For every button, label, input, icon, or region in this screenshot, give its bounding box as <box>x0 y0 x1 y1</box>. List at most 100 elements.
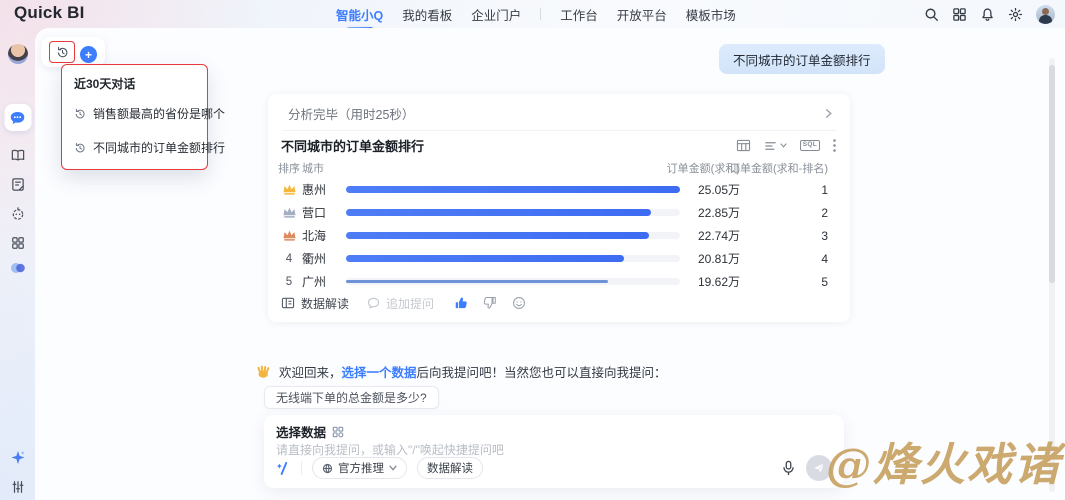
chevron-right-icon[interactable] <box>823 108 834 119</box>
sidebar-user-avatar[interactable] <box>8 44 28 64</box>
chart-row[interactable]: 5广州19.62万5 <box>268 270 850 291</box>
nav-item[interactable]: 模板市场 <box>686 5 736 24</box>
crown-icon <box>282 206 297 219</box>
apps-grid-icon-side[interactable] <box>11 236 25 250</box>
model-icon <box>322 463 333 474</box>
chart-row[interactable]: 4衢州20.81万4 <box>268 247 850 270</box>
report-doc-icon[interactable] <box>10 177 25 192</box>
sparkle-icon[interactable] <box>10 450 25 465</box>
value-label: 25.05万 <box>680 181 740 198</box>
gear-icon[interactable] <box>1008 7 1023 22</box>
history-item[interactable]: 不同城市的订单金额排行 <box>74 139 195 156</box>
table-view-icon[interactable] <box>736 139 751 152</box>
microphone-icon[interactable] <box>781 460 796 476</box>
chevron-down-icon <box>389 465 397 471</box>
bar <box>346 255 624 262</box>
robot-icon[interactable] <box>10 206 25 221</box>
city-label: 广州 <box>302 273 346 290</box>
welcome-post: 后向我提问吧！当然您也可以直接向我提问： <box>417 366 667 380</box>
chart-row[interactable]: 营口 22.85万2 <box>268 201 850 224</box>
data-explain-pill[interactable]: 数据解读 <box>417 457 483 479</box>
divider <box>540 8 541 20</box>
value-label: 19.62万 <box>680 273 740 290</box>
chart-row[interactable]: 惠州25.05万1 <box>268 178 850 201</box>
quick-command-icon[interactable] <box>276 461 291 476</box>
bar <box>346 232 649 239</box>
history-item-label: 销售额最高的省份是哪个 <box>93 105 225 122</box>
divider <box>301 461 302 475</box>
table-header: 排序 城市 订单金额(求和) 订单金额(求和-排名) <box>268 160 850 174</box>
welcome-message: 欢迎回来，选择一个数据后向我提问吧！当然您也可以直接向我提问： <box>256 362 667 381</box>
more-menu-icon[interactable] <box>833 139 836 152</box>
city-label: 惠州 <box>302 181 346 198</box>
value-label: 22.74万 <box>680 227 740 244</box>
feedback-smiley-icon[interactable] <box>512 296 526 310</box>
bar <box>346 209 651 216</box>
nav-item[interactable]: 工作台 <box>560 5 598 24</box>
crown-icon <box>282 229 297 242</box>
history-popup: 近30天对话 销售额最高的省份是哪个不同城市的订单金额排行 <box>61 64 208 170</box>
dataset-grid-icon <box>332 426 344 438</box>
question-composer: 选择数据 请直接向我提问，或输入"/"唤起快捷提问吧 官方推理 数据解读 <box>264 415 844 488</box>
history-popup-title: 近30天对话 <box>74 75 195 92</box>
data-explain-button[interactable]: 数据解读 <box>281 295 349 312</box>
history-button[interactable] <box>49 41 75 63</box>
analysis-status: 分析完毕（用时25秒） <box>288 104 414 123</box>
quickbi-logo[interactable]: Quick BI <box>14 3 85 23</box>
bar-cell <box>346 232 680 239</box>
value-label: 20.81万 <box>680 250 740 267</box>
nav-item[interactable]: 开放平台 <box>617 5 667 24</box>
history-icon <box>74 108 86 120</box>
crown-icon <box>282 183 297 196</box>
apps-grid-icon[interactable] <box>952 7 967 22</box>
welcome-pre: 欢迎回来， <box>279 366 342 380</box>
rank-value: 3 <box>740 229 828 243</box>
scrollbar-thumb[interactable] <box>1049 65 1055 283</box>
sliders-icon[interactable] <box>11 480 25 494</box>
top-bar: Quick BI 智能小Q 我的看板企业门户 工作台开放平台模板市场 <box>0 0 1065 28</box>
rank-value: 2 <box>740 206 828 220</box>
new-chat-button[interactable]: + <box>80 46 97 63</box>
model-select-pill[interactable]: 官方推理 <box>312 457 407 479</box>
quickbi-screen: Quick BI 智能小Q 我的看板企业门户 工作台开放平台模板市场 <box>0 0 1065 500</box>
select-data-button[interactable]: 选择数据 <box>276 422 344 441</box>
city-label: 北海 <box>302 227 346 244</box>
analysis-card: 分析完毕（用时25秒） 不同城市的订单金额排行 SQL <box>268 94 850 322</box>
bar <box>346 280 608 283</box>
sidebar-item-chat-active[interactable] <box>4 104 31 131</box>
suggested-question-chip[interactable]: 无线端下单的总金额是多少? <box>264 386 439 409</box>
card-footer: 数据解读 追加提问 <box>281 292 836 314</box>
bar-cell <box>346 209 680 216</box>
sql-icon[interactable]: SQL <box>800 140 820 151</box>
top-actions <box>924 0 1055 28</box>
rank-cell: 5 <box>276 276 302 288</box>
city-label: 衢州 <box>302 250 346 267</box>
history-item-label: 不同城市的订单金额排行 <box>93 139 225 156</box>
bar-cell <box>346 278 680 285</box>
bell-icon[interactable] <box>980 7 995 22</box>
bar <box>346 186 680 193</box>
thumbs-down-icon[interactable] <box>483 296 497 310</box>
chart-row[interactable]: 北海 22.74万3 <box>268 224 850 247</box>
history-item[interactable]: 销售额最高的省份是哪个 <box>74 105 195 122</box>
left-sidebar <box>0 28 35 500</box>
rank-cell <box>276 229 302 242</box>
thumbs-up-icon[interactable] <box>454 296 468 310</box>
dashboard-book-icon[interactable] <box>10 148 25 163</box>
bar-cell <box>346 255 680 262</box>
chart-title: 不同城市的订单金额排行 <box>281 136 424 155</box>
select-dataset-link[interactable]: 选择一个数据 <box>342 366 417 380</box>
search-icon[interactable] <box>924 7 939 22</box>
nav-item[interactable]: 智能小Q <box>336 5 383 24</box>
nav-item[interactable]: 企业门户 <box>471 5 521 24</box>
user-avatar[interactable] <box>1036 5 1055 24</box>
value-label: 22.85万 <box>680 204 740 221</box>
city-label: 营口 <box>302 204 346 221</box>
user-message-bubble: 不同城市的订单金额排行 <box>719 44 885 74</box>
datasource-blob-icon[interactable] <box>10 262 26 274</box>
follow-up-button[interactable]: 追加提问 <box>367 295 434 312</box>
nav-item[interactable]: 我的看板 <box>402 5 452 24</box>
send-button[interactable] <box>806 455 832 481</box>
col-amount-rank: 订单金额(求和-排名) <box>729 160 828 176</box>
chart-type-switch-icon[interactable] <box>764 140 787 152</box>
